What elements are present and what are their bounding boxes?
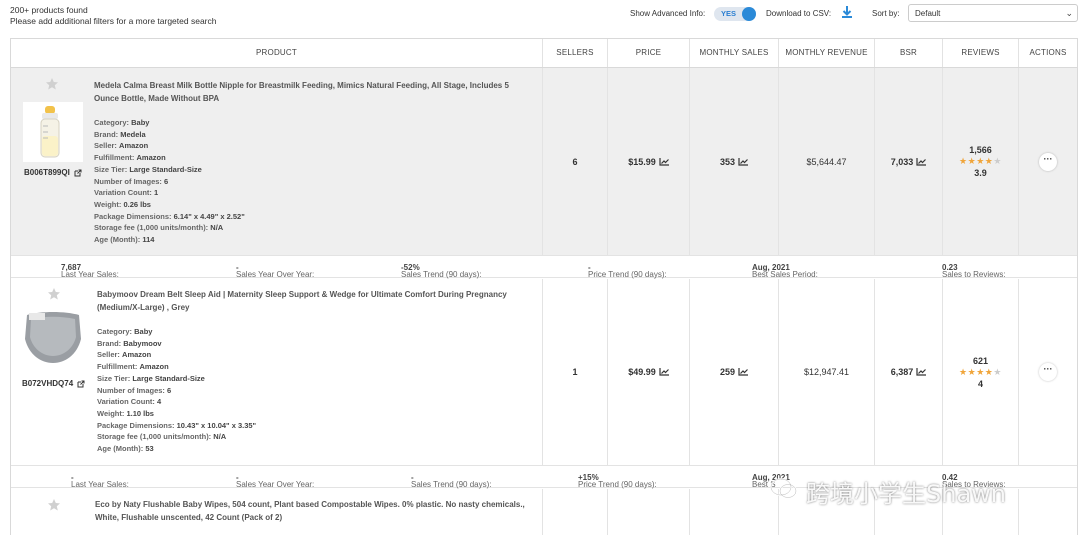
actions-cell: ··· <box>1018 68 1077 255</box>
price-value: $15.99 <box>628 156 656 167</box>
asin-text: B006T899QI <box>24 168 70 177</box>
toggle-label: YES <box>721 9 737 18</box>
results-summary: 200+ products found Please add additiona… <box>10 5 216 27</box>
sort-select[interactable]: Default ⌄ <box>908 4 1078 22</box>
rating-value: 4 <box>977 378 983 389</box>
star-icon: ★ <box>959 156 968 166</box>
watermark-text: 跨境小学生Shawn <box>806 480 1006 508</box>
star-icon: ★ <box>976 156 985 166</box>
review-count: 1,566 <box>969 145 992 155</box>
chevron-down-icon: ⌄ <box>1065 8 1073 18</box>
table-row: B006T899QI Medela Calma Breast Milk Bott… <box>11 68 1077 256</box>
product-image[interactable] <box>23 102 83 162</box>
product-cell: Eco by Naty Flushable Baby Wipes, 504 co… <box>11 489 542 535</box>
product-title[interactable]: Medela Calma Breast Milk Bottle Nipple f… <box>94 80 534 105</box>
results-count: 200+ products found <box>10 5 88 15</box>
monthly-revenue-cell: $5,644.47 <box>778 68 874 255</box>
col-price[interactable]: PRICE <box>607 39 689 67</box>
favorite-star-icon[interactable] <box>45 77 59 91</box>
bsr-value: 6,387 <box>890 367 914 377</box>
chart-trend-icon[interactable] <box>738 157 749 166</box>
asin-link[interactable]: B072VHDQ74 <box>22 379 85 388</box>
product-cell: B006T899QI Medela Calma Breast Milk Bott… <box>11 68 542 255</box>
actions-cell: ··· <box>1018 279 1077 465</box>
asin-text: B072VHDQ74 <box>22 379 74 388</box>
advanced-info-toggle[interactable]: YES <box>714 7 756 21</box>
chart-trend-icon[interactable] <box>659 157 669 166</box>
toolbar: 200+ products found Please add additiona… <box>0 0 1080 36</box>
price-cell[interactable]: $49.99 <box>607 279 689 465</box>
csv-label: Download to CSV: <box>766 9 832 18</box>
rating-stars: ★★★★★ <box>959 156 1002 167</box>
star-icon: ★ <box>976 366 985 377</box>
chart-trend-icon[interactable] <box>738 368 749 376</box>
sellers-cell: 1 <box>542 279 607 465</box>
more-actions-button[interactable]: ··· <box>1039 363 1057 381</box>
star-icon: ★ <box>959 366 968 377</box>
table-header: PRODUCT SELLERS PRICE MONTHLY SALES MONT… <box>11 39 1077 68</box>
bottle-image <box>40 106 60 158</box>
summary-row: Last Year Sales: 7,687 Sales Year Over Y… <box>11 256 1077 279</box>
results-hint: Please add additional filters for a more… <box>10 16 217 26</box>
product-details: Category: Baby Brand: Babymoov Seller: A… <box>97 327 257 454</box>
star-icon: ★ <box>967 156 977 166</box>
sellers-cell: 6 <box>542 68 607 255</box>
monthly-sales-cell <box>689 489 778 535</box>
bsr-cell[interactable]: 6,387 <box>874 279 942 465</box>
product-image[interactable] <box>21 309 85 367</box>
monthly-sales-cell[interactable]: 259 <box>689 279 778 465</box>
star-icon: ★ <box>967 366 977 377</box>
price-value: $49.99 <box>628 367 656 377</box>
col-monthly-revenue[interactable]: MONTHLY REVENUE <box>778 39 874 67</box>
col-reviews[interactable]: REVIEWS <box>942 39 1018 67</box>
rating-stars: ★★★★★ <box>959 367 1002 378</box>
rating-value: 3.9 <box>974 168 987 178</box>
bsr-value: 7,033 <box>890 156 914 167</box>
chart-trend-icon[interactable] <box>916 368 927 376</box>
toggle-knob <box>742 7 756 21</box>
products-table: PRODUCT SELLERS PRICE MONTHLY SALES MONT… <box>10 38 1078 535</box>
col-actions: ACTIONS <box>1018 39 1077 67</box>
bsr-cell[interactable]: 7,033 <box>874 68 942 255</box>
col-monthly-sales[interactable]: MONTHLY SALES <box>689 39 778 67</box>
asin-link[interactable]: B006T899QI <box>24 168 82 177</box>
price-cell[interactable]: $15.99 <box>607 68 689 255</box>
product-title[interactable]: Babymoov Dream Belt Sleep Aid | Maternit… <box>97 289 537 314</box>
sort-value: Default <box>915 9 941 18</box>
favorite-star-icon[interactable] <box>47 287 61 301</box>
review-count: 621 <box>972 355 989 366</box>
col-product[interactable]: PRODUCT <box>11 39 542 67</box>
product-title[interactable]: Eco by Naty Flushable Baby Wipes, 504 co… <box>95 499 535 524</box>
monthly-sales-cell[interactable]: 353 <box>689 68 778 255</box>
advanced-info-label: Show Advanced Info: <box>630 9 706 18</box>
chart-trend-icon[interactable] <box>659 368 669 376</box>
reviews-cell: 1,566 ★★★★★ 3.9 <box>942 68 1018 255</box>
col-sellers[interactable]: SELLERS <box>542 39 607 67</box>
col-bsr[interactable]: BSR <box>874 39 942 67</box>
external-link-icon <box>77 380 85 388</box>
star-icon: ★ <box>993 366 1002 377</box>
price-cell <box>607 489 689 535</box>
external-link-icon <box>74 169 82 177</box>
belt-image <box>25 312 81 363</box>
product-cell: B072VHDQ74 Babymoov Dream Belt Sleep Aid… <box>11 279 542 465</box>
download-icon[interactable] <box>840 5 854 19</box>
reviews-cell: 621 ★★★★★ 4 <box>942 279 1018 465</box>
sort-label: Sort by: <box>872 9 900 18</box>
chart-trend-icon[interactable] <box>916 157 927 166</box>
actions-cell <box>1018 489 1077 535</box>
table-row: B072VHDQ74 Babymoov Dream Belt Sleep Aid… <box>11 279 1077 466</box>
product-details: Category: Baby Brand: Medela Seller: Ama… <box>94 118 245 245</box>
sellers-cell <box>542 489 607 535</box>
favorite-star-icon[interactable] <box>47 498 61 512</box>
more-actions-button[interactable]: ··· <box>1039 152 1057 171</box>
monthly-revenue-cell: $12,947.41 <box>778 279 874 465</box>
monthly-sales-value: 353 <box>719 156 736 167</box>
wechat-logo-icon <box>770 478 797 499</box>
star-icon: ★ <box>993 156 1002 166</box>
monthly-sales-value: 259 <box>719 367 736 377</box>
